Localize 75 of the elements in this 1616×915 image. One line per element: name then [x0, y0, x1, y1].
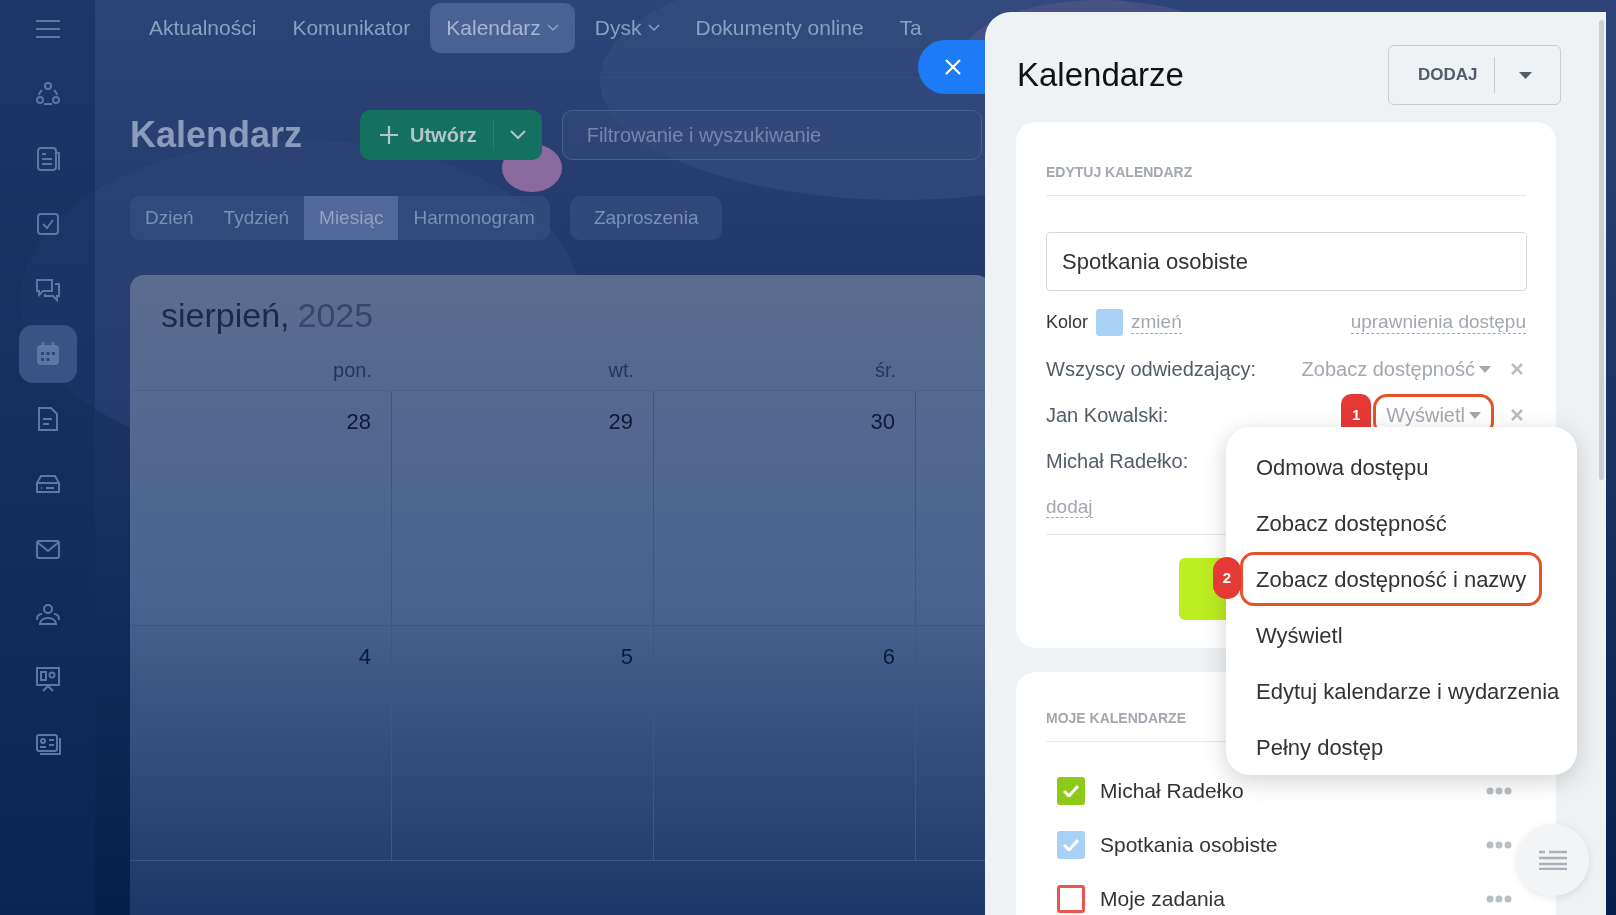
day-number: 4: [358, 643, 371, 668]
nav-tab[interactable]: Ta: [883, 18, 938, 38]
access-name: Wszyscy odwiedzający:: [1046, 357, 1257, 382]
change-link[interactable]: zmień: [1131, 310, 1182, 334]
close-icon: [944, 58, 962, 76]
check-icon: [1063, 839, 1079, 851]
caret-icon: [1469, 411, 1481, 419]
more-icon: [1486, 841, 1512, 849]
menu-item[interactable]: Zobacz dostępność i nazwy: [1240, 552, 1543, 606]
nav-tab[interactable]: Komunikator: [276, 18, 427, 38]
close-icon: [1510, 408, 1524, 422]
menu-item[interactable]: Wyświetl: [1240, 608, 1359, 662]
chevron-icon: [509, 130, 526, 140]
close-icon: [1510, 362, 1524, 376]
add-link[interactable]: dodaj: [1046, 496, 1093, 518]
calendar-name: Michał Radełko: [1100, 778, 1244, 804]
view-tab[interactable]: Tydzień: [208, 196, 305, 240]
menu-item[interactable]: Zobacz dostępność: [1240, 496, 1463, 550]
color-swatch[interactable]: [1096, 308, 1124, 336]
step-badge: 2: [1213, 557, 1241, 599]
add-button[interactable]: DODAJ: [1388, 45, 1561, 105]
calendar-name-field[interactable]: Spotkania osobiste: [1046, 232, 1527, 291]
weekday-label: pon.: [333, 357, 372, 383]
section-heading: EDYTUJ KALENDARZ: [1046, 162, 1526, 196]
more-button[interactable]: [1486, 786, 1512, 796]
day-number: 28: [346, 408, 371, 433]
day-number: 6: [882, 643, 895, 668]
access-dropdown[interactable]: Zobacz dostępność: [1298, 354, 1494, 384]
caret-icon: [1479, 365, 1491, 373]
more-button[interactable]: [1486, 840, 1512, 850]
remove-button[interactable]: [1510, 361, 1526, 377]
invitations-button[interactable]: Zaproszenia: [569, 196, 723, 240]
access-name: Jan Kowalski:: [1046, 403, 1169, 428]
weekday-label: wt.: [608, 357, 634, 383]
access-link[interactable]: uprawnienia dostępu: [1350, 310, 1526, 334]
weekday-label: śr.: [874, 357, 896, 383]
menu-item[interactable]: Odmowa dostępu: [1240, 440, 1445, 494]
nav-tab[interactable]: Dokumenty online: [679, 18, 880, 38]
checkbox[interactable]: [1057, 885, 1085, 913]
page-title: Kalendarz: [130, 113, 304, 157]
view-tab[interactable]: Dzień: [130, 196, 209, 240]
calendar-name: Moje zadania: [1100, 886, 1225, 912]
menu-button[interactable]: [34, 17, 61, 41]
more-icon: [1486, 787, 1512, 795]
menu-icon: [34, 19, 61, 39]
search-field[interactable]: Filtrowanie i wyszukiwanie: [561, 110, 982, 160]
color-label: Kolor: [1046, 310, 1089, 334]
checkbox[interactable]: [1057, 777, 1085, 805]
nav-tab[interactable]: Kalendarz: [430, 3, 575, 53]
calendar-name: Spotkania osobiste: [1100, 832, 1278, 858]
close-button[interactable]: [918, 40, 985, 94]
sidebar-item[interactable]: [18, 325, 77, 383]
day-number: 29: [608, 408, 633, 433]
more-button[interactable]: [1486, 894, 1512, 904]
chevron-icon: [647, 24, 660, 32]
check-icon: [1063, 785, 1079, 797]
day-number: 30: [870, 408, 895, 433]
nav-tab[interactable]: Aktualności: [133, 18, 273, 38]
list-icon: [1539, 850, 1567, 870]
day-number: 5: [620, 643, 633, 668]
create-button[interactable]: Utwórz: [360, 110, 542, 160]
panel-title: Kalendarze: [1017, 55, 1184, 96]
view-tab[interactable]: Miesiąc: [304, 196, 399, 240]
people-icon: [33, 80, 62, 108]
nav-tab[interactable]: Dysk: [578, 18, 676, 38]
checkbox[interactable]: [1057, 831, 1085, 859]
view-tab[interactable]: Harmonogram: [398, 196, 550, 240]
month-label: sierpień,: [161, 295, 290, 336]
chevron-icon: [546, 24, 559, 32]
plus-icon: [380, 126, 398, 144]
access-name: Michał Radełko:: [1046, 449, 1189, 474]
presentation-icon: [33, 665, 62, 693]
caret-icon: [1518, 71, 1532, 79]
remove-button[interactable]: [1510, 407, 1526, 423]
more-icon: [1486, 895, 1512, 903]
